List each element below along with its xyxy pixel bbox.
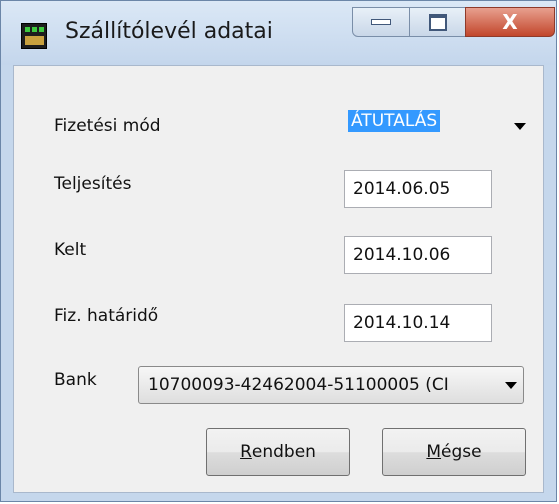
- close-button[interactable]: X: [465, 7, 555, 37]
- issue-date-field[interactable]: 2014.10.06: [344, 236, 492, 274]
- cancel-button-label: égse: [441, 442, 482, 462]
- completion-date-label: Teljesítés: [54, 174, 132, 194]
- payment-method-value: ÁTUTALÁS: [348, 110, 441, 132]
- cancel-button-mnemonic: M: [426, 442, 442, 462]
- minimize-button[interactable]: [352, 7, 410, 37]
- maximize-button[interactable]: [409, 7, 466, 37]
- ok-button[interactable]: Rendben: [206, 428, 350, 476]
- title-bar[interactable]: Szállítólevél adatai X: [1, 1, 556, 65]
- payment-method-dropdown[interactable]: ÁTUTALÁS: [344, 106, 532, 146]
- ok-button-mnemonic: R: [240, 442, 252, 462]
- bank-label: Bank: [54, 370, 97, 390]
- maximize-icon: [428, 13, 447, 31]
- chevron-down-icon: [514, 123, 526, 130]
- dialog-body: Fizetési mód ÁTUTALÁS Teljesítés 2014.06…: [13, 65, 544, 493]
- issue-date-label: Kelt: [54, 240, 87, 260]
- bank-value: 10700093-42462004-51100005 (CI: [148, 375, 449, 395]
- close-icon: X: [502, 10, 518, 34]
- bank-dropdown[interactable]: 10700093-42462004-51100005 (CI: [138, 366, 524, 404]
- completion-date-field[interactable]: 2014.06.05: [344, 170, 492, 208]
- due-date-field[interactable]: 2014.10.14: [344, 304, 492, 342]
- minimize-icon: [371, 19, 391, 25]
- app-icon: [21, 23, 47, 49]
- chevron-down-icon: [505, 382, 517, 389]
- ok-button-label: endben: [251, 442, 316, 462]
- payment-method-label: Fizetési mód: [54, 116, 161, 136]
- cancel-button[interactable]: Mégse: [382, 428, 526, 476]
- window-title: Szállítólevél adatai: [65, 19, 273, 44]
- dialog-window: Szállítólevél adatai X Fizetési mód ÁTUT…: [0, 0, 557, 502]
- due-date-label: Fiz. határidő: [54, 306, 159, 326]
